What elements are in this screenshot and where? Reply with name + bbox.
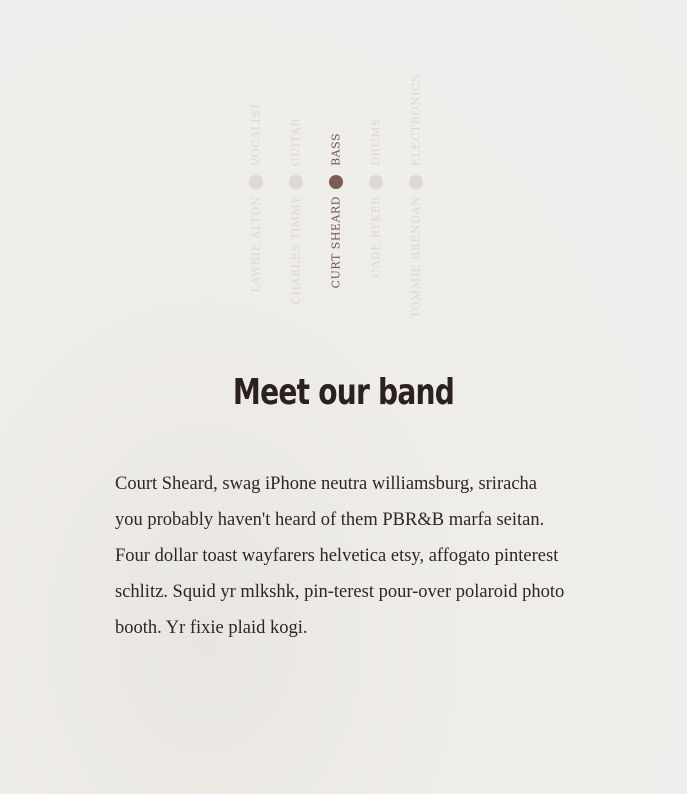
member-bio: Court Sheard, swag iPhone neutra william… [115, 474, 565, 638]
member-cade-ryker[interactable]: DRUMS CADE RYKER [366, 0, 386, 340]
member-dot[interactable] [249, 175, 263, 189]
member-dot[interactable] [409, 175, 423, 189]
member-charles-timmy[interactable]: GUITAR CHARLES TIMMY [286, 0, 306, 340]
member-name: CURT SHEARD [329, 196, 343, 289]
member-dot[interactable] [289, 175, 303, 189]
member-dot-active[interactable] [329, 175, 343, 189]
member-lawrie-alton[interactable]: VOCALIST LAWRIE ALTON [246, 0, 266, 340]
section-title: Meet our band [232, 372, 455, 413]
member-role: ELECTRONICS [409, 74, 423, 166]
band-member-selector: VOCALIST LAWRIE ALTON GUITAR CHARLES TIM… [0, 0, 687, 340]
member-role: DRUMS [369, 118, 383, 166]
member-name: CHARLES TIMMY [289, 196, 303, 305]
member-role: GUITAR [289, 117, 303, 166]
member-name: TOMMIE BRENDAN [409, 196, 423, 319]
member-role: VOCALIST [249, 102, 263, 166]
member-tommie-brendan[interactable]: ELECTRONICS TOMMIE BRENDAN [406, 0, 426, 340]
member-dot[interactable] [369, 175, 383, 189]
member-curt-sheard[interactable]: BASS CURT SHEARD [326, 0, 346, 340]
member-name: CADE RYKER [369, 196, 383, 278]
member-role: BASS [329, 133, 343, 166]
member-name: LAWRIE ALTON [249, 196, 263, 293]
